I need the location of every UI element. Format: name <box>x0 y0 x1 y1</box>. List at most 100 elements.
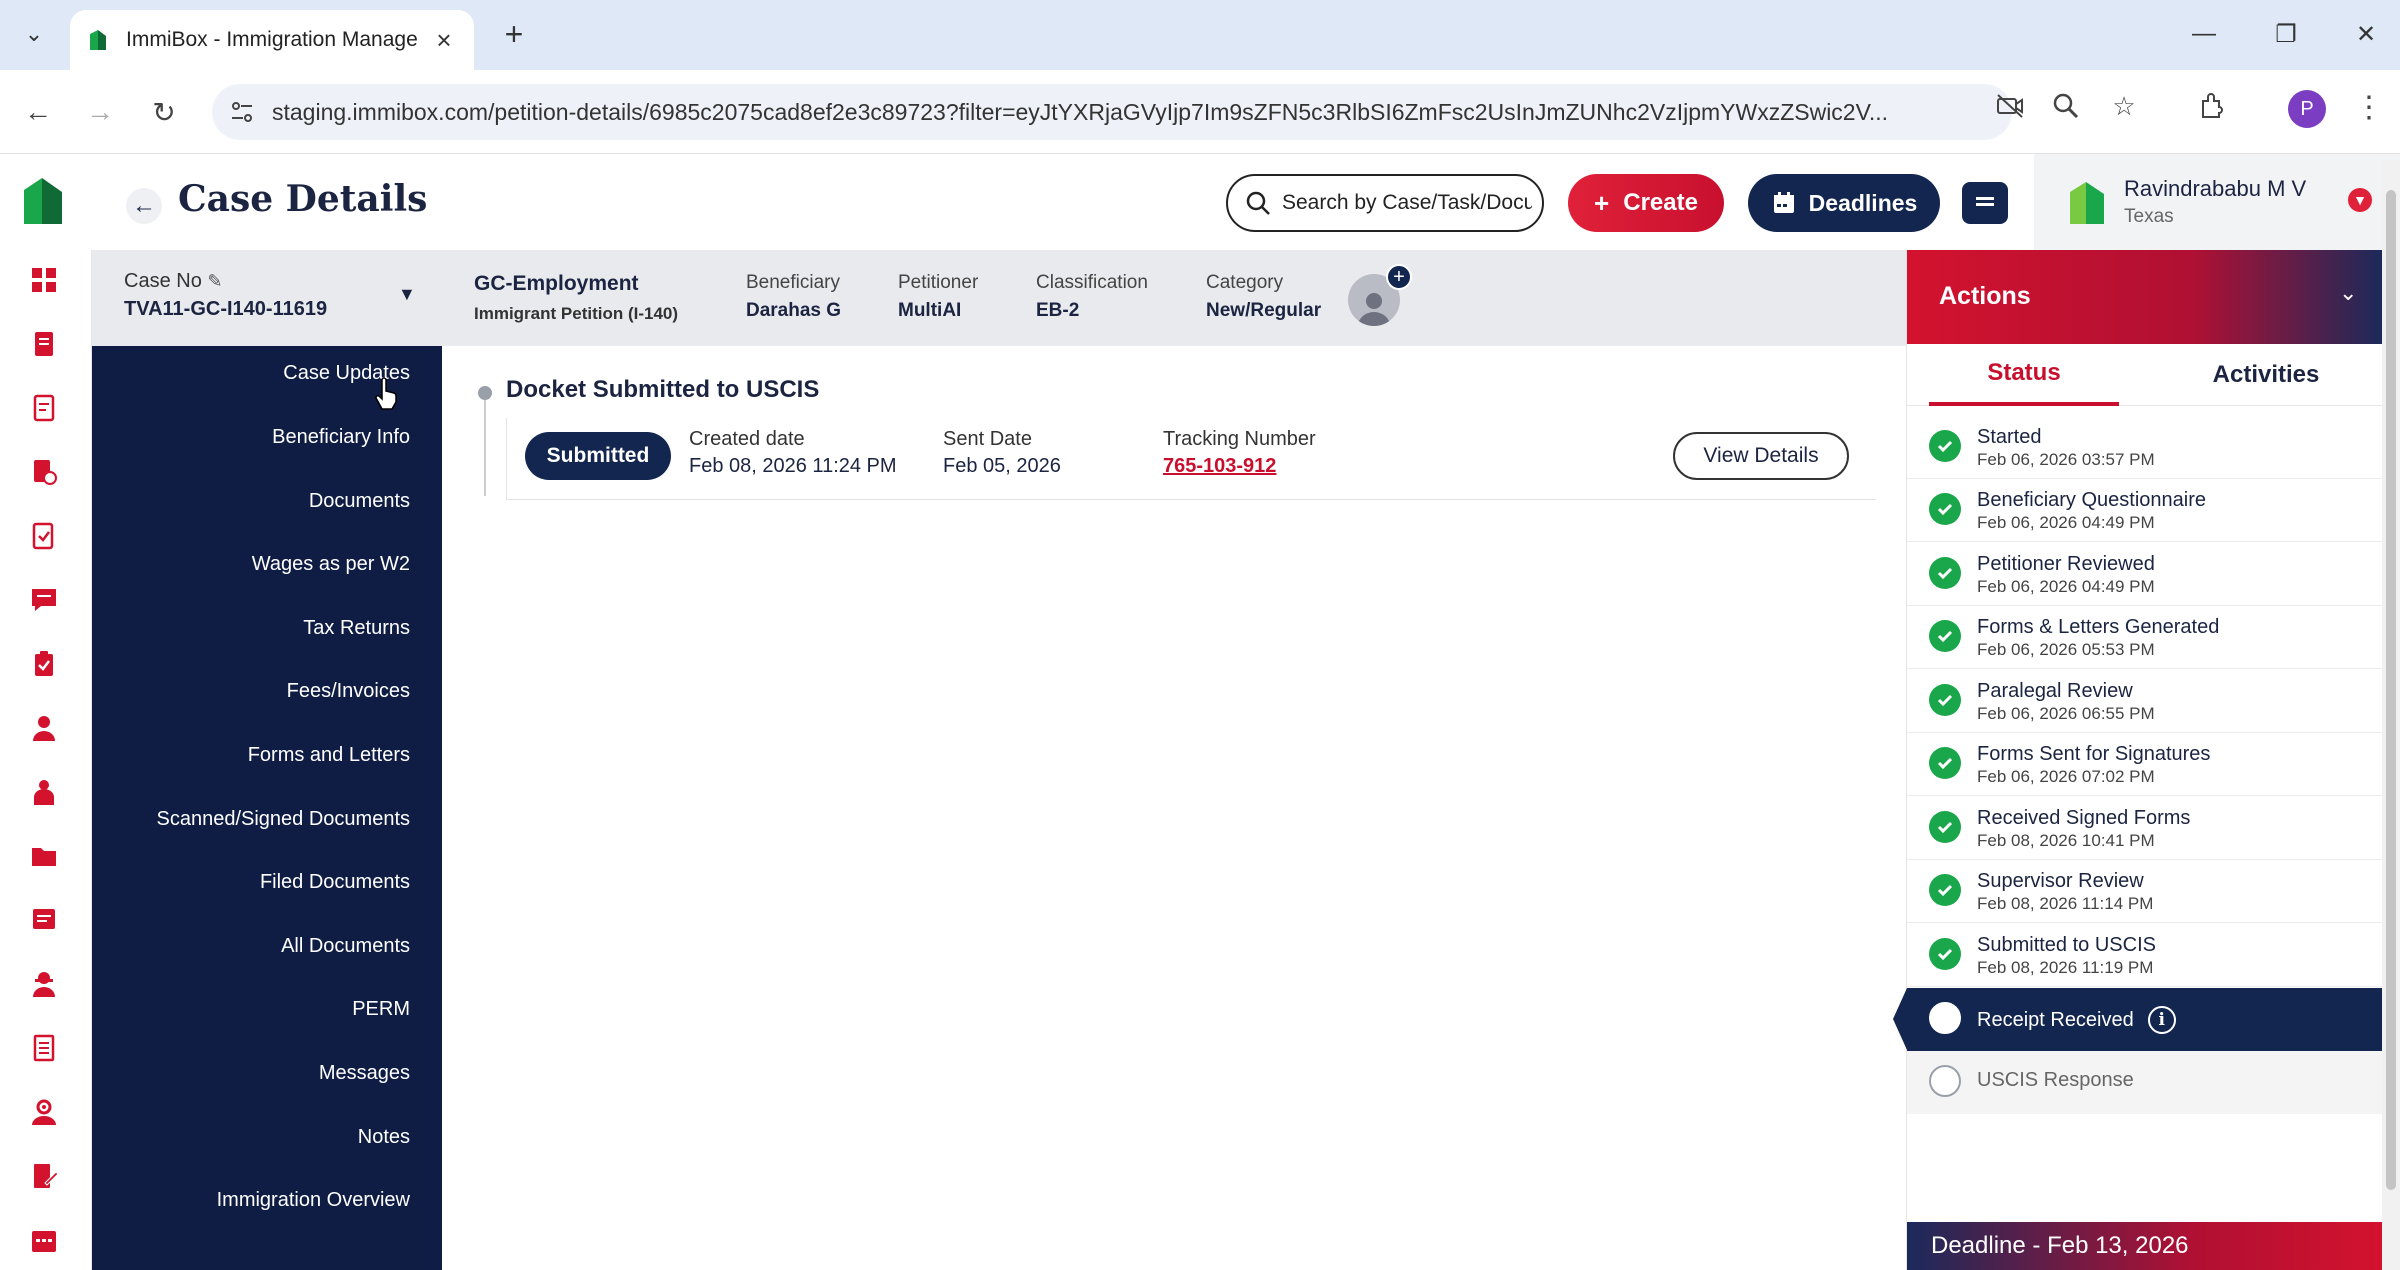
petitioner-icon[interactable] <box>28 776 60 808</box>
edit-pencil-icon[interactable]: ✎ <box>207 271 222 291</box>
search-input[interactable] <box>1282 191 1532 215</box>
status-step-current[interactable]: Receipt Received i <box>1893 988 2383 1051</box>
tracking-number-link[interactable]: 765-103-912 <box>1163 455 1316 478</box>
tab-search-chevron-icon[interactable]: ⌄ <box>14 14 54 54</box>
tracking-number-label: Tracking Number <box>1163 428 1316 450</box>
section-filed-documents[interactable]: Filed Documents <box>260 871 410 894</box>
case-section-nav: Case Updates Beneficiary Info Documents … <box>92 346 442 1270</box>
field-label: Beneficiary <box>746 272 840 293</box>
section-tax-returns[interactable]: Tax Returns <box>303 617 410 640</box>
browser-tab-bar: ⌄ ImmiBox - Immigration Manage × + — ❐ ✕ <box>0 0 2400 70</box>
status-step: Submitted to USCIS Feb 08, 2026 11:19 PM <box>1907 924 2383 987</box>
tasks-icon[interactable] <box>28 520 60 552</box>
page-title: Case Details <box>178 178 428 220</box>
status-step: Beneficiary Questionnaire Feb 06, 2026 0… <box>1907 479 2383 542</box>
classification-field: Classification EB-2 <box>1036 272 1148 322</box>
step-date: Feb 06, 2026 07:02 PM <box>1977 767 2155 786</box>
info-icon[interactable]: i <box>2147 1006 2176 1034</box>
folder-icon[interactable] <box>28 840 60 872</box>
tab-activities[interactable]: Activities <box>2171 344 2361 406</box>
messages-chat-icon[interactable] <box>1962 182 2008 224</box>
step-date: Feb 06, 2026 03:57 PM <box>1977 450 2155 469</box>
add-assignee-icon[interactable]: + <box>1386 264 1412 290</box>
step-date: Feb 08, 2026 11:14 PM <box>1977 894 2154 913</box>
minimize-icon[interactable]: — <box>2182 14 2226 54</box>
case-number-selector[interactable]: Case No ✎ TVA11-GC-I140-11619 ▼ <box>92 250 442 346</box>
deadlines-button[interactable]: Deadlines <box>1748 174 1940 232</box>
tab-status[interactable]: Status <box>1929 344 2119 406</box>
ledger-icon[interactable] <box>28 1032 60 1064</box>
case-type: GC-Employment Immigrant Petition (I-140) <box>474 272 678 324</box>
chat-icon[interactable] <box>28 584 60 616</box>
reload-icon[interactable]: ↻ <box>142 90 186 134</box>
check-circle-icon <box>1929 874 1961 906</box>
section-notes[interactable]: Notes <box>358 1126 410 1149</box>
scrollbar-thumb[interactable] <box>2386 190 2396 1190</box>
section-fees-invoices[interactable]: Fees/Invoices <box>287 680 410 703</box>
browser-tab[interactable]: ImmiBox - Immigration Manage × <box>70 10 474 70</box>
edit-document-icon[interactable] <box>28 1160 60 1192</box>
deadline-banner: Deadline - Feb 13, 2026 <box>1907 1222 2383 1270</box>
section-beneficiary-info[interactable]: Beneficiary Info <box>272 426 410 449</box>
user-name: Ravindrababu M V <box>2124 176 2307 201</box>
clipboard-icon[interactable] <box>28 648 60 680</box>
petitioner-field: Petitioner MultiAI <box>898 272 978 322</box>
notes-icon[interactable] <box>28 904 60 936</box>
section-documents[interactable]: Documents <box>309 490 410 513</box>
extensions-icon[interactable] <box>2194 88 2230 124</box>
check-circle-icon <box>1929 620 1961 652</box>
organization-logo-icon <box>2070 182 2104 224</box>
step-name: Submitted to USCIS <box>1977 934 2156 956</box>
section-immigration-overview[interactable]: Immigration Overview <box>217 1189 410 1212</box>
address-bar: ← → ↻ staging.immibox.com/petition-detai… <box>0 70 2400 154</box>
user-dropdown-chevron-icon[interactable]: ▼ <box>2348 188 2372 212</box>
immibox-logo-icon[interactable] <box>20 176 66 226</box>
back-arrow-icon[interactable]: ← <box>126 188 162 224</box>
actions-header[interactable]: Actions ⌄ <box>1907 250 2383 344</box>
docket-card: Submitted Created date Feb 08, 2026 11:2… <box>506 418 1876 500</box>
dashboard-icon[interactable] <box>28 264 60 296</box>
view-details-button[interactable]: View Details <box>1673 432 1849 480</box>
status-step-pending: USCIS Response <box>1907 1051 2383 1114</box>
section-forms-letters[interactable]: Forms and Letters <box>248 744 410 767</box>
create-button[interactable]: + Create <box>1568 174 1724 232</box>
actions-title: Actions <box>1939 282 2031 310</box>
petitions-icon[interactable] <box>28 392 60 424</box>
back-nav-icon[interactable]: ← <box>16 90 60 134</box>
section-wages-w2[interactable]: Wages as per W2 <box>252 553 410 576</box>
case-no-value: TVA11-GC-I140-11619 <box>124 298 328 320</box>
zoom-icon[interactable] <box>2048 88 2084 124</box>
camera-blocked-icon[interactable] <box>1992 88 2028 124</box>
check-circle-icon <box>1929 811 1961 843</box>
url-field[interactable]: staging.immibox.com/petition-details/698… <box>212 84 2012 140</box>
profile-avatar[interactable]: P <box>2288 90 2326 128</box>
beneficiary-icon[interactable] <box>28 712 60 744</box>
section-all-documents[interactable]: All Documents <box>281 935 410 958</box>
chevron-down-icon[interactable]: ⌄ <box>2339 280 2357 306</box>
calendar-nav-icon[interactable] <box>28 1224 60 1256</box>
bookmark-star-icon[interactable]: ☆ <box>2106 88 2142 124</box>
cases-icon[interactable] <box>28 328 60 360</box>
browser-menu-icon[interactable]: ⋮ <box>2354 90 2384 125</box>
team-settings-icon[interactable] <box>28 1096 60 1128</box>
close-window-icon[interactable]: ✕ <box>2344 14 2388 54</box>
tab-close-icon[interactable]: × <box>430 25 458 56</box>
status-badge: Submitted <box>525 432 671 480</box>
section-messages[interactable]: Messages <box>319 1062 410 1085</box>
page-scrollbar[interactable] <box>2382 160 2400 1270</box>
forward-nav-icon[interactable]: → <box>78 90 122 134</box>
tracking-number-field: Tracking Number 765-103-912 <box>1163 428 1316 478</box>
user-menu[interactable]: Ravindrababu M V Texas ▼ <box>2034 154 2400 250</box>
new-tab-icon[interactable]: + <box>494 14 534 54</box>
reports-icon[interactable] <box>28 456 60 488</box>
case-subtype: Immigrant Petition (I-140) <box>474 304 679 323</box>
restore-icon[interactable]: ❐ <box>2264 14 2308 54</box>
check-circle-icon <box>1929 684 1961 716</box>
section-scanned-signed[interactable]: Scanned/Signed Documents <box>157 808 411 831</box>
global-search[interactable] <box>1226 174 1544 232</box>
section-perm[interactable]: PERM <box>352 998 410 1021</box>
step-name: Petitioner Reviewed <box>1977 553 2155 575</box>
site-settings-icon[interactable] <box>228 98 256 126</box>
attorney-icon[interactable] <box>28 968 60 1000</box>
case-dropdown-caret-icon[interactable]: ▼ <box>398 284 416 305</box>
